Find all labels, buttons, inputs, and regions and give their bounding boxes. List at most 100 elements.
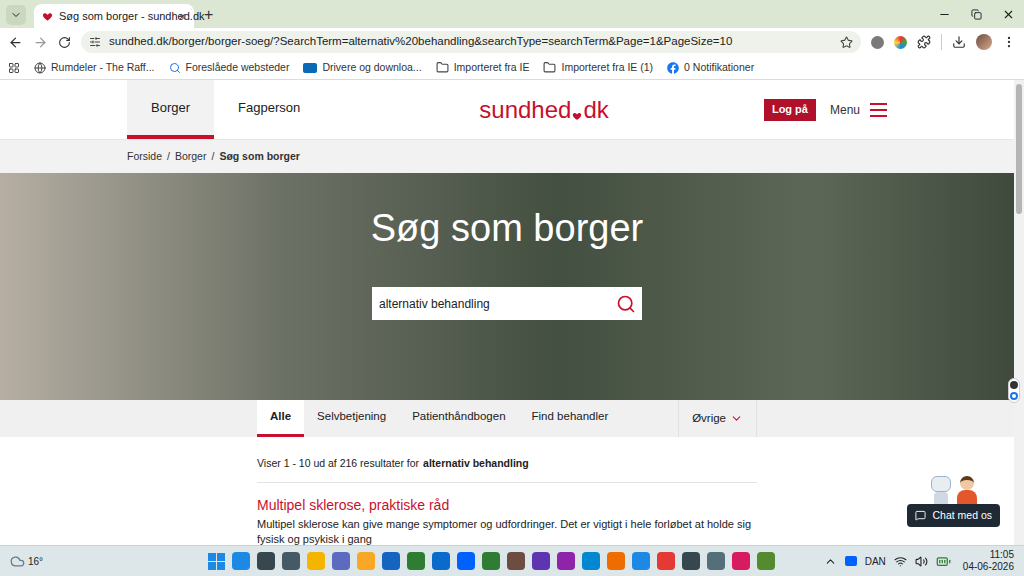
result-tab[interactable]: Selvbetjening (304, 400, 399, 437)
taskbar-app-icon[interactable] (432, 552, 450, 570)
search-icon[interactable] (616, 294, 636, 314)
taskbar-app-icon[interactable] (732, 552, 750, 570)
taskbar-app-icon[interactable] (507, 552, 525, 570)
bookmark[interactable]: 0 Notifikationer (667, 60, 754, 76)
restore-button[interactable] (960, 9, 992, 20)
chevron-down-icon (730, 412, 743, 425)
apps-icon[interactable] (8, 62, 20, 74)
result-description: Multipel sklerose kan give mange symptom… (257, 517, 757, 545)
tab-strip: Søg som borger - sundhed.dk × + (0, 0, 1024, 28)
bookmark-label: Importeret fra IE (454, 60, 530, 76)
browser-tab[interactable]: Søg som borger - sundhed.dk × (34, 4, 194, 28)
address-bar[interactable]: sundhed.dk/borger/borger-soeg/?SearchTer… (81, 31, 861, 53)
scrollbar (1014, 80, 1024, 545)
chat-button[interactable]: Chat med os (907, 504, 1000, 527)
bookmark-label: 0 Notifikationer (684, 60, 754, 76)
result-tab[interactable]: Find behandler (519, 400, 622, 437)
taskbar-app-icon[interactable] (657, 552, 675, 570)
bookmark-label: Drivere og downloa... (322, 60, 421, 76)
url-text: sundhed.dk/borger/borger-soeg/?SearchTer… (109, 33, 832, 50)
breadcrumb-item[interactable]: Borger (175, 149, 207, 165)
login-button[interactable]: Log på (764, 99, 816, 121)
tab-close-button[interactable]: × (178, 10, 186, 23)
bookmarks-bar: Rumdeler - The Raff... Foreslåede websted… (0, 56, 1024, 80)
scrollbar-thumb[interactable] (1016, 84, 1022, 214)
clock[interactable]: 11:0504-06-2026 (963, 549, 1014, 573)
temperature: 16° (28, 554, 43, 569)
taskbar-app-icon[interactable] (282, 552, 300, 570)
bookmark[interactable]: Drivere og downloa... (303, 60, 421, 76)
side-widget[interactable] (1008, 378, 1020, 403)
taskbar-app-icon[interactable] (482, 552, 500, 570)
globe-icon (34, 62, 46, 74)
taskbar-app-icon[interactable] (532, 552, 550, 570)
weather-widget[interactable]: 16° (10, 554, 160, 569)
download-icon[interactable] (952, 35, 966, 49)
chat-avatars-icon (931, 470, 977, 504)
result-title[interactable]: Multipel sklerose, praktiske råd (257, 496, 757, 514)
new-tab-button[interactable]: + (204, 7, 213, 23)
wifi-icon (894, 555, 907, 568)
taskbar: 16° DAN 11:0504-06-2026 (0, 545, 1024, 576)
taskbar-app-icon[interactable] (332, 552, 350, 570)
result-tab[interactable]: Alle (257, 400, 304, 437)
close-window-button[interactable] (992, 8, 1024, 21)
folder-icon (436, 61, 449, 74)
search-value: alternativ behandling (379, 295, 616, 313)
extensions-icon[interactable] (917, 35, 931, 49)
back-icon[interactable] (8, 35, 23, 50)
bookmark[interactable]: Rumdeler - The Raff... (34, 60, 155, 76)
bookmark[interactable]: Foreslåede websteder (169, 60, 290, 76)
hamburger-icon (870, 103, 887, 117)
taskbar-app-icon[interactable] (307, 552, 325, 570)
audience-tab[interactable]: Borger (127, 80, 214, 139)
dropbox-icon (845, 556, 857, 566)
weather-icon (10, 554, 25, 569)
profile-avatar[interactable] (976, 34, 992, 50)
time: 11:05 (990, 549, 1014, 561)
taskbar-app-icon[interactable] (557, 552, 575, 570)
taskbar-app-icon[interactable] (382, 552, 400, 570)
taskbar-app-icon[interactable] (232, 552, 250, 570)
menu-dots-icon[interactable] (1002, 35, 1016, 49)
folder-icon (543, 61, 556, 74)
tab-list-button[interactable] (6, 5, 26, 25)
hero-title: Søg som borger (371, 205, 643, 251)
site-info-icon (89, 36, 101, 48)
menu-button[interactable]: Menu (830, 101, 887, 119)
taskbar-app-icon[interactable] (607, 552, 625, 570)
chat-widget: Chat med os (907, 470, 1000, 527)
taskbar-app-icon[interactable] (257, 552, 275, 570)
tray-expand-icon[interactable] (824, 555, 837, 568)
site-logo[interactable]: sundheddk (324, 80, 764, 139)
breadcrumb-bar: Forside/Borger/Søg som borger (0, 140, 1014, 173)
taskbar-app-icon[interactable] (707, 552, 725, 570)
more-tab[interactable]: Øvrige (678, 400, 757, 437)
taskbar-app-icon[interactable] (407, 552, 425, 570)
extension-icon[interactable] (871, 36, 884, 49)
reload-icon[interactable] (58, 36, 71, 49)
forward-icon[interactable] (33, 35, 48, 50)
breadcrumb-item[interactable]: Forside (127, 149, 162, 165)
taskbar-app-icon[interactable] (757, 552, 775, 570)
result-tab[interactable]: Patienthåndbogen (399, 400, 518, 437)
bookmark-label: Foreslåede websteder (186, 60, 290, 76)
audience-tab[interactable]: Fagperson (214, 80, 324, 139)
taskbar-app-icon[interactable] (632, 552, 650, 570)
extension-icon[interactable] (894, 36, 907, 49)
taskbar-app-icon[interactable] (457, 552, 475, 570)
bookmark[interactable]: Importeret fra IE (436, 60, 530, 76)
tab-title: Søg som borger - sundhed.dk (59, 8, 172, 25)
taskbar-app-icon[interactable] (357, 552, 375, 570)
logo-text: dk (583, 98, 608, 122)
taskbar-app-icon[interactable] (682, 552, 700, 570)
bookmark-star-icon[interactable] (840, 36, 853, 49)
page-content: BorgerFagpersonsundheddkLog påMenuForsid… (0, 80, 1014, 545)
bookmark[interactable]: Importeret fra IE (1) (543, 60, 653, 76)
minimize-button[interactable] (928, 8, 960, 21)
taskbar-app-icon[interactable] (582, 552, 600, 570)
input-language[interactable]: DAN (865, 554, 886, 569)
start-icon[interactable] (208, 553, 225, 570)
breadcrumb-separator: / (167, 149, 170, 165)
search-field[interactable]: alternativ behandling (372, 287, 642, 320)
